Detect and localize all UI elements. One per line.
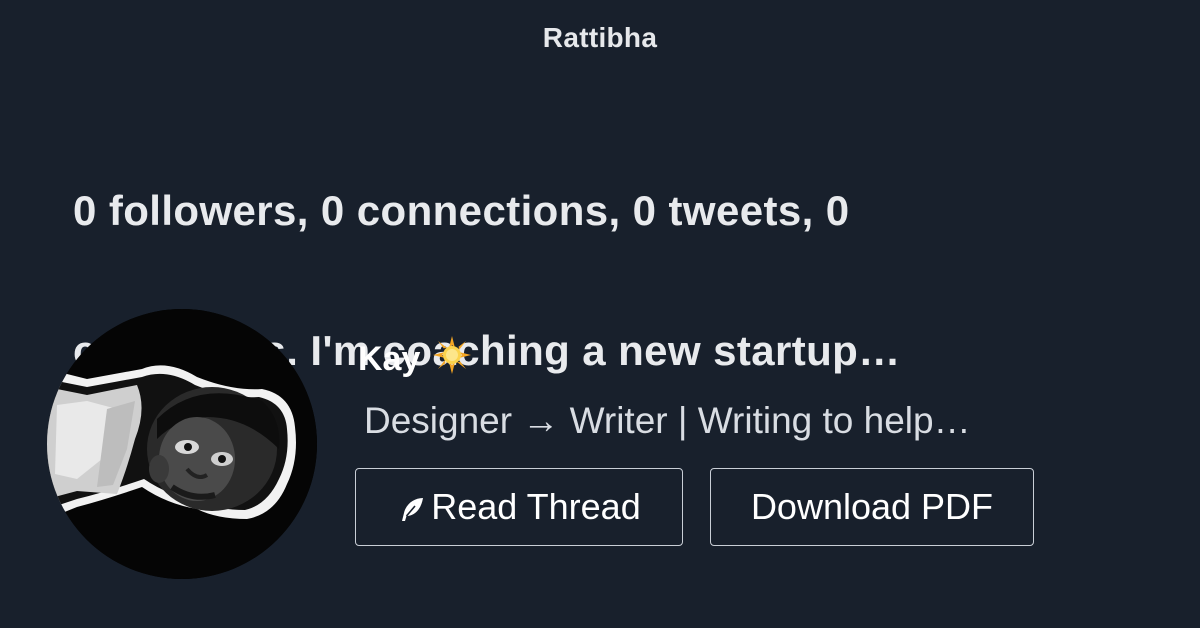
author-avatar: [47, 309, 317, 579]
glowing-star-icon: [432, 335, 472, 384]
read-thread-label: Read Thread: [431, 486, 641, 527]
author-name: Kay: [358, 335, 472, 384]
author-name-text: Kay: [358, 340, 421, 378]
download-pdf-label: Download PDF: [750, 486, 994, 527]
headline-line-1: 0 followers, 0 connections, 0 tweets, 0: [73, 187, 850, 234]
site-brand: Rattibha: [542, 22, 658, 53]
feather-icon: [397, 492, 427, 522]
download-pdf-button[interactable]: Download PDF: [710, 468, 1034, 546]
author-bio: Designer → Writer | Writing to help…: [364, 400, 971, 441]
read-thread-button[interactable]: Read Thread: [355, 468, 683, 546]
